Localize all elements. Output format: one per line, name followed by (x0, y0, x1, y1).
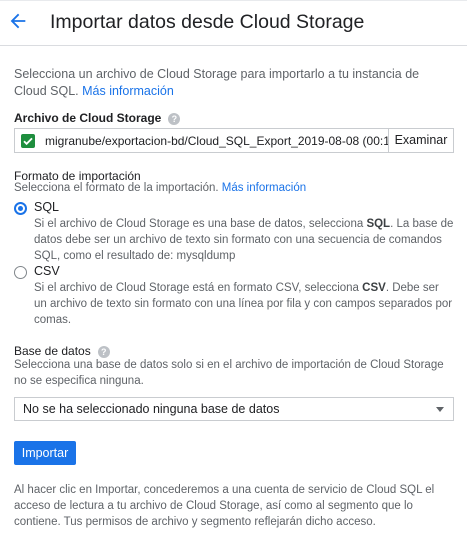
format-section-label: Formato de importación (14, 169, 141, 183)
intro-more-info-link[interactable]: Más información (82, 84, 174, 98)
check-icon (21, 134, 35, 148)
chevron-down-icon (436, 407, 444, 412)
radio-sql-label[interactable]: SQL (34, 200, 59, 214)
file-path-value: migranube/exportacion-bd/Cloud_SQL_Expor… (45, 134, 388, 148)
file-path-field[interactable]: migranube/exportacion-bd/Cloud_SQL_Expor… (14, 128, 388, 153)
footer-note: Al hacer clic en Importar, concederemos … (14, 484, 435, 528)
csv-desc-part-a: Si el archivo de Cloud Storage está en f… (34, 282, 363, 294)
page-header: Importar datos desde Cloud Storage (0, 1, 467, 46)
sql-desc-part-a: Si el archivo de Cloud Storage es una ba… (34, 218, 367, 230)
database-select[interactable]: No se ha seleccionado ninguna base de da… (14, 397, 454, 421)
database-section-label: Base de datos? (14, 344, 110, 358)
browse-button[interactable]: Examinar (388, 128, 454, 153)
import-button[interactable]: Importar (14, 441, 76, 465)
csv-desc-bold: CSV (362, 282, 386, 294)
sql-desc-bold: SQL (366, 218, 391, 230)
intro-text: Selecciona un archivo de Cloud Storage p… (14, 66, 454, 100)
radio-csv-description: Si el archivo de Cloud Storage está en f… (34, 280, 454, 328)
intro-description: Selecciona un archivo de Cloud Storage p… (14, 67, 420, 98)
format-more-info-link[interactable]: Más información (222, 182, 306, 194)
database-select-value: No se ha seleccionado ninguna base de da… (23, 402, 280, 416)
format-subtitle-text: Selecciona el formato de la importación. (14, 182, 219, 194)
file-label-text: Archivo de Cloud Storage (14, 111, 162, 125)
page-title: Importar datos desde Cloud Storage (50, 11, 365, 33)
radio-sql[interactable] (14, 202, 27, 215)
arrow-back-icon[interactable] (7, 10, 29, 32)
radio-csv[interactable] (14, 266, 27, 279)
radio-sql-description: Si el archivo de Cloud Storage es una ba… (34, 216, 454, 264)
database-description: Selecciona una base de datos solo si en … (14, 359, 444, 387)
database-label-text: Base de datos (14, 344, 91, 358)
help-icon[interactable]: ? (168, 113, 181, 125)
format-section-subtitle: Selecciona el formato de la importación.… (14, 182, 306, 194)
radio-csv-label[interactable]: CSV (34, 264, 60, 278)
file-section-label: Archivo de Cloud Storage? (14, 111, 181, 125)
